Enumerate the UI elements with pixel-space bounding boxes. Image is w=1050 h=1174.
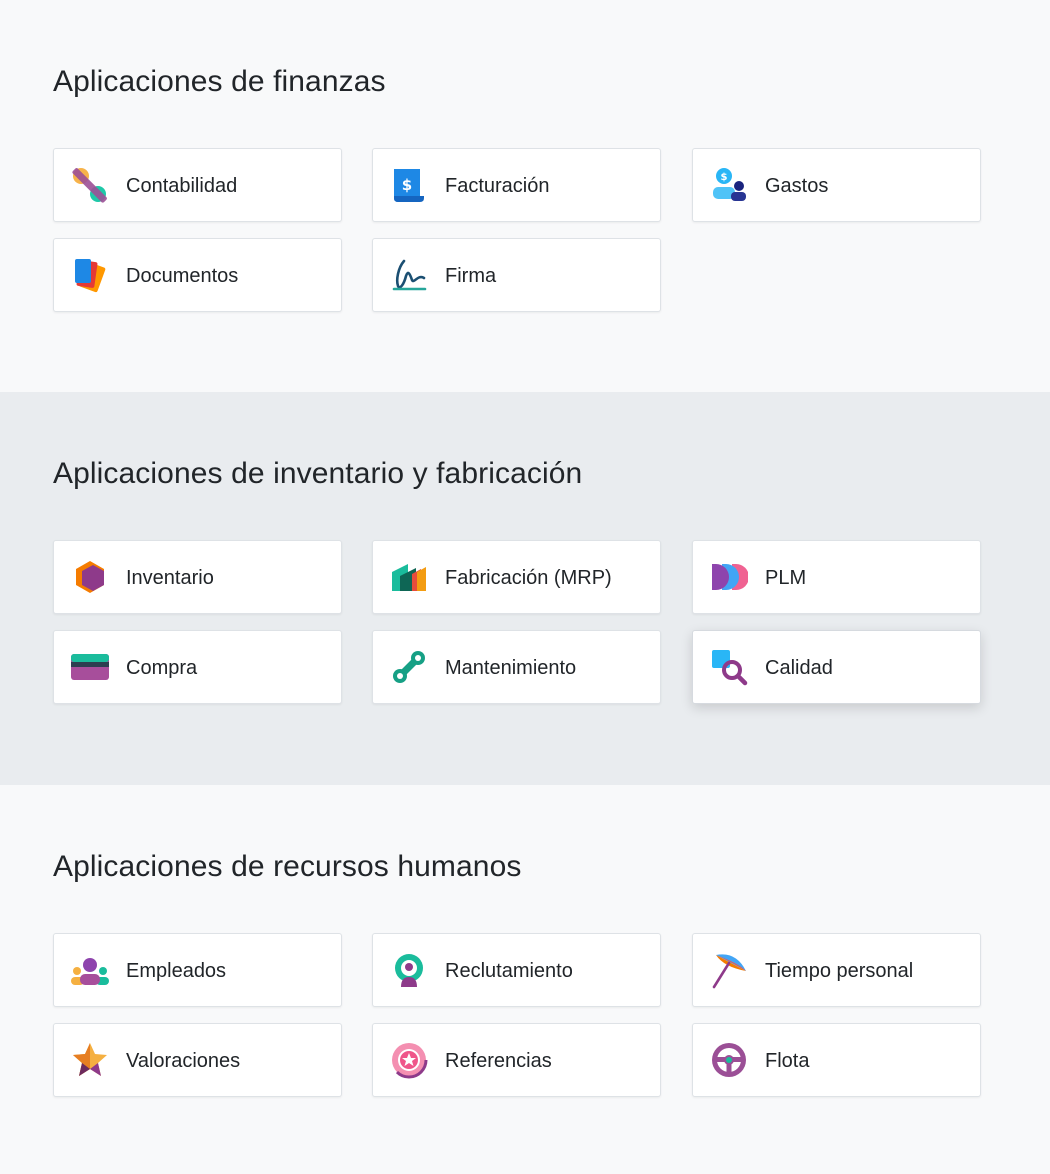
plm-icon bbox=[710, 558, 748, 596]
hr-section: Aplicaciones de recursos humanos Emplead… bbox=[0, 785, 1050, 1174]
app-card-plm[interactable]: PLM bbox=[692, 540, 981, 614]
app-label: Referencias bbox=[445, 1050, 552, 1072]
inventory-icon bbox=[71, 558, 109, 596]
svg-text:$: $ bbox=[721, 172, 728, 183]
app-label: Compra bbox=[126, 657, 198, 679]
app-label: Valoraciones bbox=[126, 1050, 241, 1072]
quality-icon bbox=[710, 648, 748, 686]
app-card-quality[interactable]: Calidad bbox=[692, 630, 981, 704]
svg-text:$: $ bbox=[402, 176, 412, 194]
app-label: Facturación bbox=[445, 175, 550, 197]
appraisals-icon bbox=[71, 1041, 109, 1079]
app-label: Calidad bbox=[765, 657, 833, 679]
documents-icon bbox=[71, 256, 109, 294]
app-card-expenses[interactable]: $ Gastos bbox=[692, 148, 981, 222]
section-title-hr: Aplicaciones de recursos humanos bbox=[53, 850, 522, 883]
fleet-icon bbox=[710, 1041, 748, 1079]
time-off-icon bbox=[710, 951, 748, 989]
finance-section: Aplicaciones de finanzas Contabilidad $ … bbox=[0, 0, 1050, 392]
app-label: Empleados bbox=[126, 960, 227, 982]
app-card-recruitment[interactable]: Reclutamiento bbox=[372, 933, 661, 1007]
manufacturing-icon bbox=[390, 558, 428, 596]
app-card-inventory[interactable]: Inventario bbox=[53, 540, 342, 614]
invoicing-icon: $ bbox=[390, 166, 428, 204]
app-label: PLM bbox=[765, 567, 807, 589]
app-label: Flota bbox=[765, 1050, 810, 1072]
referrals-icon bbox=[390, 1041, 428, 1079]
app-card-purchase[interactable]: Compra bbox=[53, 630, 342, 704]
app-label: Fabricación (MRP) bbox=[445, 567, 612, 589]
app-label: Firma bbox=[445, 265, 497, 287]
app-label: Inventario bbox=[126, 567, 214, 589]
app-card-referrals[interactable]: Referencias bbox=[372, 1023, 661, 1097]
purchase-icon bbox=[71, 648, 109, 686]
maintenance-icon bbox=[390, 648, 428, 686]
app-card-documents[interactable]: Documentos bbox=[53, 238, 342, 312]
app-card-employees[interactable]: Empleados bbox=[53, 933, 342, 1007]
app-card-sign[interactable]: Firma bbox=[372, 238, 661, 312]
app-card-accounting[interactable]: Contabilidad bbox=[53, 148, 342, 222]
app-card-appraisals[interactable]: Valoraciones bbox=[53, 1023, 342, 1097]
app-card-fleet[interactable]: Flota bbox=[692, 1023, 981, 1097]
app-label: Gastos bbox=[765, 175, 829, 197]
employees-icon bbox=[71, 951, 109, 989]
app-card-time-off[interactable]: Tiempo personal bbox=[692, 933, 981, 1007]
sign-icon bbox=[390, 256, 428, 294]
app-label: Contabilidad bbox=[126, 175, 238, 197]
app-card-invoicing[interactable]: $ Facturación bbox=[372, 148, 661, 222]
app-label: Documentos bbox=[126, 265, 239, 287]
section-title-finance: Aplicaciones de finanzas bbox=[53, 65, 386, 98]
expenses-icon: $ bbox=[710, 166, 748, 204]
section-title-inventory: Aplicaciones de inventario y fabricación bbox=[53, 457, 583, 490]
app-label: Reclutamiento bbox=[445, 960, 573, 982]
app-label: Tiempo personal bbox=[765, 960, 914, 982]
app-label: Mantenimiento bbox=[445, 657, 577, 679]
recruitment-icon bbox=[390, 951, 428, 989]
accounting-icon bbox=[71, 166, 109, 204]
inventory-section: Aplicaciones de inventario y fabricación… bbox=[0, 392, 1050, 785]
app-card-manufacturing[interactable]: Fabricación (MRP) bbox=[372, 540, 661, 614]
app-card-maintenance[interactable]: Mantenimiento bbox=[372, 630, 661, 704]
